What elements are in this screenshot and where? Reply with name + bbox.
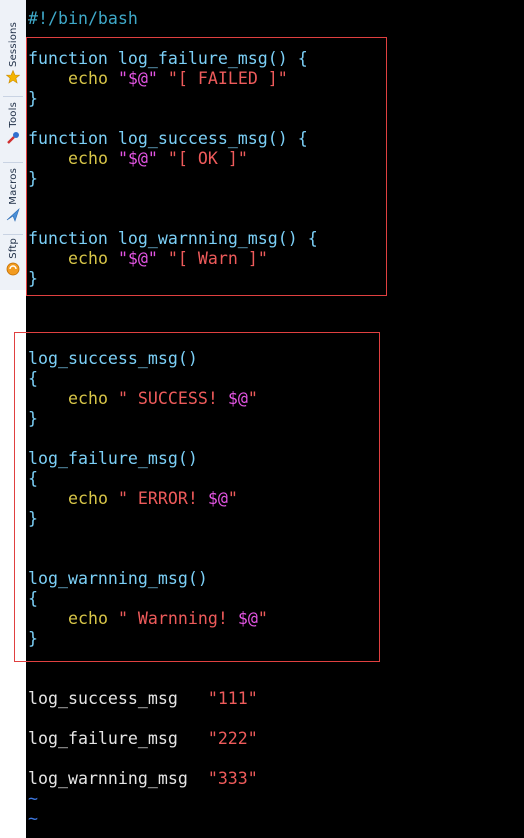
code-line: function log_failure_msg() { xyxy=(28,49,308,68)
code-line: echo "$@" "[ Warn ]" xyxy=(67,249,268,268)
shebang-line: #!/bin/bash xyxy=(28,9,138,28)
tools-icon xyxy=(6,131,20,145)
empty-line-marker: ~ xyxy=(28,809,38,828)
tab-macros-label: Macros xyxy=(7,168,19,205)
code-line: echo "$@" "[ FAILED ]" xyxy=(67,69,288,88)
code-line: log_success_msg() xyxy=(28,349,198,368)
code-line: echo " ERROR! $@" xyxy=(67,489,238,508)
code-line: { xyxy=(28,369,38,388)
star-icon xyxy=(6,69,20,84)
macros-icon xyxy=(6,207,20,222)
tab-sftp[interactable]: Sftp xyxy=(2,238,24,276)
tab-macros[interactable]: Macros xyxy=(2,168,24,222)
code-line: log_failure_msg "222" xyxy=(28,729,258,748)
terminal-editor[interactable]: #!/bin/bash function log_failure_msg() {… xyxy=(26,0,524,838)
code-line: log_failure_msg() xyxy=(28,449,198,468)
code-line: } xyxy=(28,89,38,108)
tab-sessions[interactable]: Sessions xyxy=(2,22,24,84)
code-line: } xyxy=(28,269,38,288)
tab-tools-label: Tools xyxy=(7,102,19,128)
code-line: } xyxy=(28,169,38,188)
code-line: echo " Warnning! $@" xyxy=(67,609,268,628)
code-line: } xyxy=(28,409,38,428)
empty-line-marker: ~ xyxy=(28,789,38,808)
code-line: log_warnning_msg() xyxy=(28,569,208,588)
tab-tools[interactable]: Tools xyxy=(2,102,24,145)
sftp-icon xyxy=(6,262,20,276)
code-line: { xyxy=(28,469,38,488)
tab-sessions-label: Sessions xyxy=(7,22,19,67)
code-line: } xyxy=(28,629,38,648)
code-line: log_success_msg "111" xyxy=(28,689,258,708)
side-toolbar: Sessions Tools Macros Sftp xyxy=(0,0,27,290)
code-line: echo "$@" "[ OK ]" xyxy=(67,149,248,168)
code-line: { xyxy=(28,589,38,608)
code-line: function log_warnning_msg() { xyxy=(28,229,318,248)
code-line: echo " SUCCESS! $@" xyxy=(67,389,258,408)
code-line: function log_success_msg() { xyxy=(28,129,308,148)
code-line: } xyxy=(28,509,38,528)
tab-sftp-label: Sftp xyxy=(7,238,19,259)
code-line: log_warnning_msg "333" xyxy=(28,769,258,788)
